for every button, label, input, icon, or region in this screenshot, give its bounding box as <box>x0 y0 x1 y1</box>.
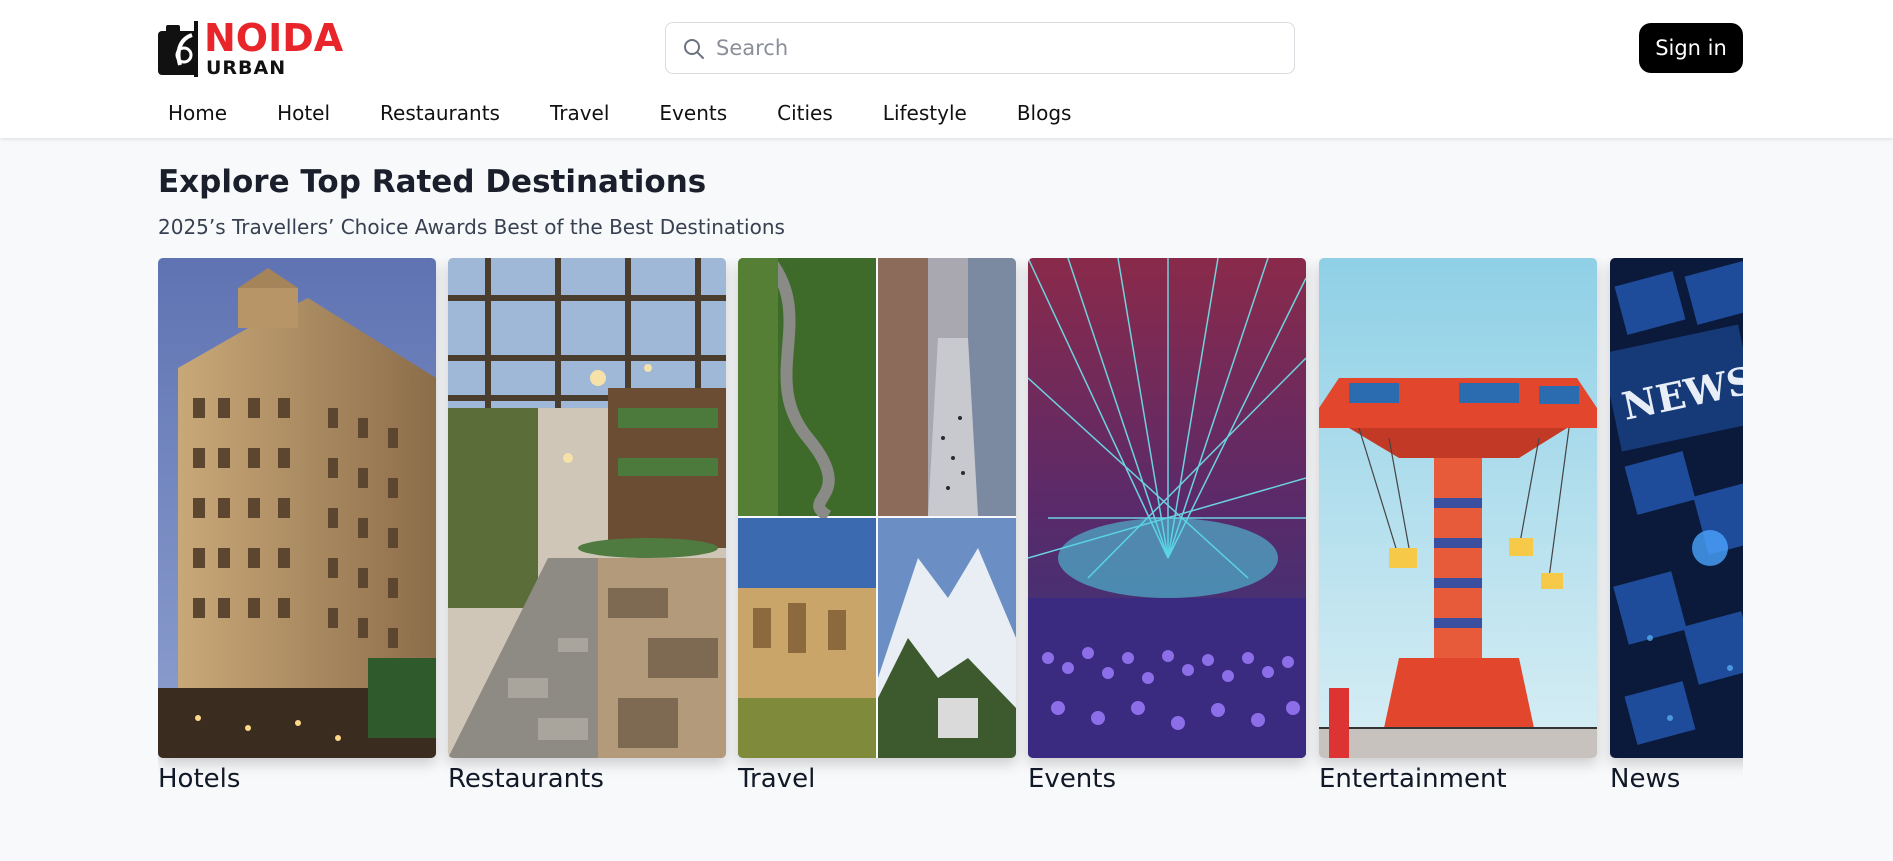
site-header: NOIDA URBAN Sign in Home Hotel Restauran… <box>0 0 1893 138</box>
nav-item-travel[interactable]: Travel <box>550 98 609 128</box>
card-events[interactable]: Events <box>1028 258 1306 794</box>
nav-item-hotel[interactable]: Hotel <box>277 98 330 128</box>
card-label-news: News <box>1610 764 1681 794</box>
card-entertainment[interactable]: Entertainment <box>1319 258 1597 794</box>
nav-item-lifestyle[interactable]: Lifestyle <box>883 98 967 128</box>
destination-carousel[interactable]: Hotels Restaurants Travel Events Enterta… <box>158 258 1743 803</box>
entertainment-image[interactable] <box>1319 258 1597 758</box>
brand-name-bottom: URBAN <box>206 57 287 79</box>
concert-lights-illustration <box>1028 258 1306 758</box>
brand-logo[interactable]: NOIDA URBAN <box>158 17 343 79</box>
card-news[interactable]: NEWS News <box>1610 258 1743 794</box>
travel-collage-illustration <box>738 258 1016 758</box>
section-subtitle: 2025’s Travellers’ Choice Awards Best of… <box>158 215 785 239</box>
travel-image[interactable] <box>738 258 1016 758</box>
nav-item-home[interactable]: Home <box>168 98 227 128</box>
card-label-entertainment: Entertainment <box>1319 764 1507 794</box>
card-hotels[interactable]: Hotels <box>158 258 436 794</box>
main-nav: Home Hotel Restaurants Travel Events Cit… <box>168 98 1121 128</box>
section-title: Explore Top Rated Destinations <box>158 164 707 200</box>
events-image[interactable] <box>1028 258 1306 758</box>
brand-name-top: NOIDA <box>204 16 344 60</box>
hotel-building-illustration <box>158 258 436 758</box>
card-restaurants[interactable]: Restaurants <box>448 258 726 794</box>
nav-item-blogs[interactable]: Blogs <box>1017 98 1072 128</box>
search-icon <box>684 39 704 59</box>
news-image[interactable]: NEWS <box>1610 258 1743 758</box>
card-label-events: Events <box>1028 764 1117 794</box>
nav-item-restaurants[interactable]: Restaurants <box>380 98 500 128</box>
search-input[interactable] <box>716 23 1276 73</box>
card-label-travel: Travel <box>738 764 816 794</box>
restaurants-image[interactable] <box>448 258 726 758</box>
camera-logo-icon <box>158 21 198 77</box>
nav-item-cities[interactable]: Cities <box>777 98 833 128</box>
card-label-restaurants: Restaurants <box>448 764 604 794</box>
card-label-hotels: Hotels <box>158 764 241 794</box>
nav-item-events[interactable]: Events <box>659 98 727 128</box>
search-box[interactable] <box>665 22 1295 74</box>
news-screens-illustration: NEWS <box>1610 258 1743 758</box>
card-travel[interactable]: Travel <box>738 258 1016 794</box>
hotels-image[interactable] <box>158 258 436 758</box>
swing-ride-illustration <box>1319 258 1597 758</box>
sign-in-button[interactable]: Sign in <box>1639 23 1743 73</box>
restaurant-interior-illustration <box>448 258 726 758</box>
